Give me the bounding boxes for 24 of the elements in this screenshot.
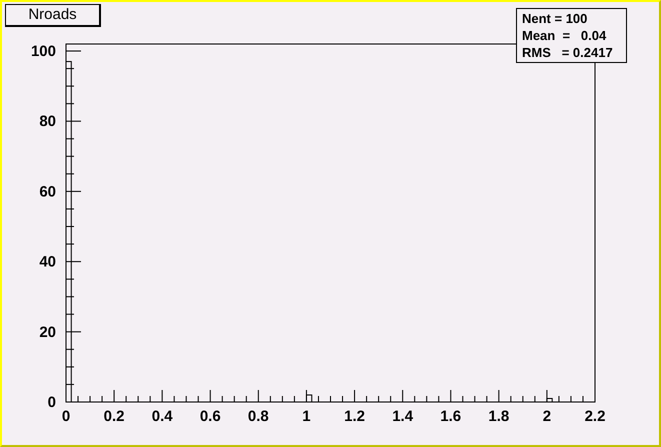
y-tick-label: 20: [39, 324, 56, 341]
x-tick-label: 0.6: [200, 408, 221, 425]
x-tick-label: 1.6: [440, 408, 462, 425]
x-tick-label: 0.4: [152, 408, 173, 425]
y-tick-label: 60: [39, 183, 56, 200]
stats-row-text: Nent = 100: [522, 10, 588, 27]
y-tick-label: 0: [48, 394, 56, 411]
y-tick-label: 40: [39, 254, 56, 271]
stats-row-text: Mean = 0.04: [522, 27, 608, 44]
x-tick-label: 0.8: [248, 408, 269, 425]
stats-row-text: RMS = 0.2417: [522, 44, 614, 61]
x-tick-label: 1.2: [344, 408, 365, 425]
histogram-bar: [546, 398, 553, 402]
x-tick-label: 0.2: [104, 408, 125, 425]
y-tick-label: 80: [39, 113, 56, 130]
title-box: Nroads: [5, 4, 101, 27]
x-tick-label: 1.8: [488, 408, 510, 425]
x-tick-label: 1.4: [392, 408, 414, 425]
histogram-bar: [306, 394, 312, 402]
x-tick-label: 0: [62, 408, 70, 425]
y-tick-label: 100: [30, 43, 56, 60]
x-tick-label: 1: [302, 408, 311, 425]
x-tick-label: 2.2: [584, 408, 606, 425]
x-tick-label: 2: [542, 408, 552, 425]
